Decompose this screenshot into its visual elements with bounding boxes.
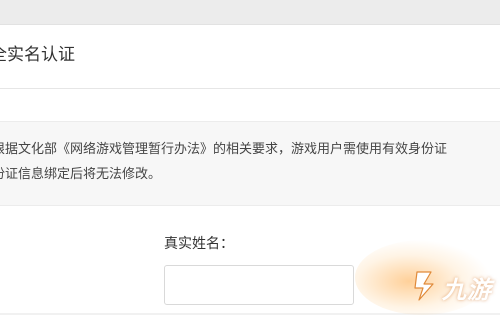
notice-box: 根据文化部《网络游戏管理暂行办法》的相关要求，游戏用户需使用有效身份证 份证信息… bbox=[0, 121, 500, 206]
header-divider bbox=[0, 88, 500, 89]
real-name-input[interactable] bbox=[164, 265, 354, 305]
watermark: 九游 bbox=[355, 232, 500, 315]
notice-line-2: 份证信息绑定后将无法修改。 bbox=[0, 167, 162, 182]
top-bar bbox=[0, 0, 500, 25]
real-name-label: 真实姓名： bbox=[164, 236, 234, 252]
watermark-text: 九游 bbox=[442, 276, 492, 304]
notice-line-1: 根据文化部《网络游戏管理暂行办法》的相关要求，游戏用户需使用有效身份证 bbox=[0, 142, 448, 157]
jiuyou-logo-icon bbox=[414, 271, 434, 301]
notice-text: 根据文化部《网络游戏管理暂行办法》的相关要求，游戏用户需使用有效身份证 份证信息… bbox=[0, 137, 500, 187]
page-title: 全实名认证 bbox=[0, 45, 75, 65]
